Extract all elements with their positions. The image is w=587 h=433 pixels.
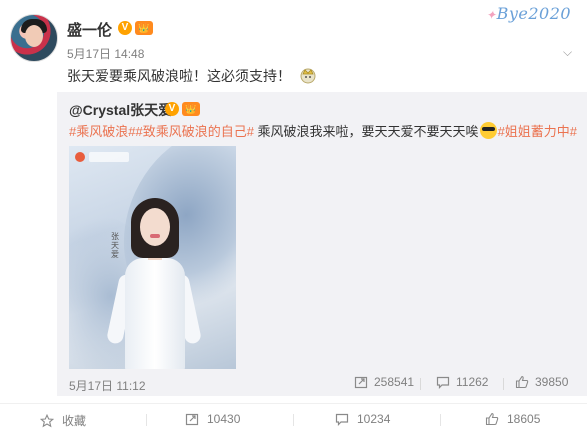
repost-body: 乘风破浪我来啦，要天天爱不要天天唉: [253, 124, 479, 139]
repost-card[interactable]: @Crystal张天爱 V 👑 #乘风破浪##致乘风破浪的自己# 乘风破浪我来啦…: [57, 92, 587, 396]
forward-icon: [185, 413, 199, 426]
action-divider: [440, 414, 441, 426]
show-logo-icon: [75, 152, 85, 162]
author-name[interactable]: 盛一伦: [67, 19, 112, 40]
repost-text: #乘风破浪##致乘风破浪的自己# 乘风破浪我来啦，要天天爱不要天天唉 #姐姐蓄力中…: [69, 121, 577, 140]
photo-figure-dress: [125, 258, 185, 369]
stat-divider: [503, 378, 504, 390]
photo-figure-face: [140, 208, 170, 246]
repost-comment-stat[interactable]: 11262: [436, 375, 488, 389]
comment-icon: [436, 376, 450, 389]
star-icon: [40, 413, 54, 427]
comment-button[interactable]: 10234: [335, 412, 390, 426]
chevron-down-icon[interactable]: ⌵: [563, 45, 572, 60]
topic-link[interactable]: #姐姐蓄力中#: [498, 124, 577, 139]
like-button[interactable]: 18605: [485, 412, 540, 426]
action-divider: [146, 414, 147, 426]
weibo-post: 盛一伦 V 👑 ✦Bye2020 5月17日 14:48 ⌵ 张天爱要乘风破浪啦…: [0, 0, 587, 433]
repost-comment-count: 11262: [456, 375, 489, 389]
favorite-label: 收藏: [62, 414, 87, 428]
verified-badge-icon: V: [118, 21, 132, 35]
post-text-content: 张天爱要乘风破浪啦！这必须支持！: [67, 68, 291, 84]
repost-forward-count: 258541: [374, 375, 415, 389]
post-time[interactable]: 5月17日 14:48: [67, 45, 144, 62]
forward-button[interactable]: 10430: [185, 412, 240, 426]
crown-badge-icon: 👑: [135, 21, 153, 35]
repost-like-count: 39850: [535, 375, 569, 389]
action-divider: [293, 414, 294, 426]
repost-photo[interactable]: 张天爱: [69, 146, 236, 369]
photo-figure-lips: [150, 234, 160, 238]
forward-icon: [354, 376, 368, 389]
repost-forward-stat[interactable]: 258541: [354, 375, 414, 389]
action-bar: 收藏 10430 10234 18605: [0, 403, 587, 433]
topic-link[interactable]: #乘风破浪#: [69, 124, 135, 139]
show-logo-text: [89, 152, 129, 162]
topic-link[interactable]: #致乘风破浪的自己#: [135, 124, 253, 139]
photo-caption: 张天爱: [111, 232, 119, 259]
repost-like-stat[interactable]: 39850: [515, 375, 568, 389]
forward-count: 10430: [207, 412, 241, 426]
post-text: 张天爱要乘风破浪啦！这必须支持！: [67, 66, 317, 86]
like-count: 18605: [507, 412, 541, 426]
sunglasses-emoji-icon: [479, 122, 497, 139]
thumbs-up-icon: [515, 375, 529, 389]
stars-icon: ✦: [486, 8, 497, 22]
comment-icon: [335, 413, 349, 426]
avatar-face: [25, 25, 43, 47]
decoration-text: Bye2020: [496, 4, 572, 23]
repost-time[interactable]: 5月17日 11:12: [69, 377, 146, 394]
favorite-button[interactable]: 收藏: [40, 412, 86, 429]
comment-count: 10234: [357, 412, 391, 426]
year-decoration-logo: ✦Bye2020: [486, 4, 571, 23]
stat-divider: [420, 378, 421, 390]
crown-emoji-icon: [300, 68, 316, 84]
repost-verified-badge-icon: V: [165, 102, 179, 116]
repost-crown-badge-icon: 👑: [182, 102, 200, 116]
thumbs-up-icon: [485, 412, 499, 426]
repost-author[interactable]: @Crystal张天爱: [69, 100, 172, 120]
author-avatar[interactable]: [10, 14, 58, 62]
